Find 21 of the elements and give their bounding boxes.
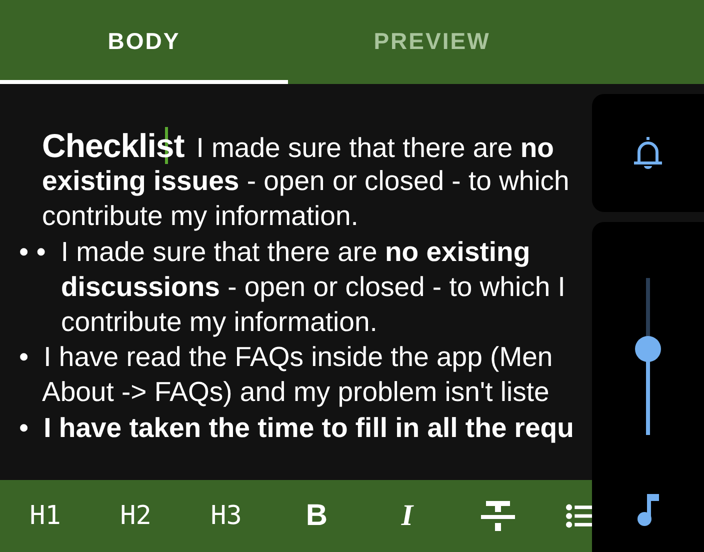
text-line: discussions - open or closed - to which I [61,270,566,304]
bullet-mark: • [19,340,29,374]
text-line: existing issues - open or closed - to which [42,164,570,198]
bold-button[interactable]: B [272,480,362,552]
text-line: About -> FAQs) and my problem isn't liste [42,375,550,410]
bell-icon[interactable] [633,135,663,171]
heading-button[interactable]: H3 [181,480,272,552]
music-note-icon[interactable] [636,493,660,527]
bullet-mark: • [19,410,29,444]
heading-button[interactable]: H2 [90,480,181,552]
text-line: I have read the FAQs inside the app (Men [44,340,553,374]
heading-button[interactable]: H1 [0,480,90,552]
text-line: contribute my information. [42,199,358,234]
slider-thumb[interactable] [635,336,661,362]
bullet-mark: • • [19,234,46,269]
text-line: contribute my information. [61,304,378,339]
italic-button[interactable]: I [362,480,452,552]
text-line: I made sure that there are no [196,131,554,165]
text-line: I have taken the time to fill in all the requ [44,410,574,445]
tab[interactable]: PREVIEW [288,0,576,84]
text-line: I made sure that there are no existing [60,234,530,269]
